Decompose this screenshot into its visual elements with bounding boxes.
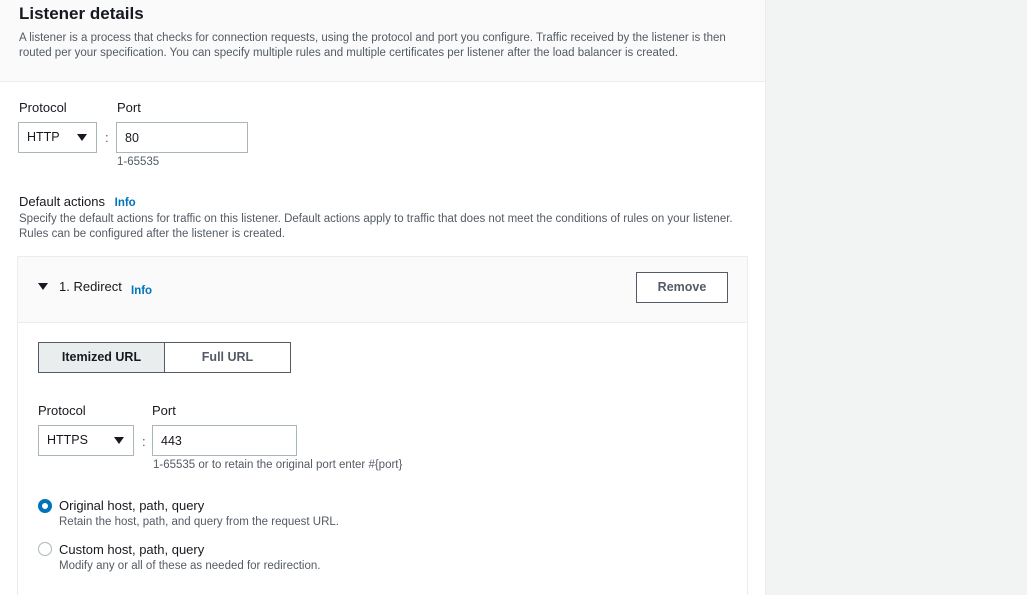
full-url-toggle[interactable]: Full URL [164, 342, 291, 373]
redirect-action-panel: 1. Redirect Info Remove Itemized URL Ful… [17, 256, 748, 595]
original-host-label[interactable]: Original host, path, query [59, 498, 204, 513]
port-hint: 1-65535 [117, 156, 160, 168]
redirect-protocol-select[interactable]: HTTPS [38, 425, 134, 456]
redirect-action-title[interactable]: 1. Redirect [59, 279, 122, 294]
default-actions-heading: Default actions Info [19, 194, 136, 209]
redirect-port-label: Port [152, 403, 176, 418]
redirect-info-link[interactable]: Info [131, 285, 152, 297]
custom-host-label[interactable]: Custom host, path, query [59, 542, 204, 557]
custom-host-radio[interactable] [38, 542, 52, 556]
separator: : [142, 434, 146, 449]
default-actions-description: Specify the default actions for traffic … [19, 213, 733, 240]
caret-down-icon [114, 437, 124, 444]
listener-details-panel: Listener details A listener is a process… [0, 0, 766, 595]
original-host-radio[interactable] [38, 499, 52, 513]
itemized-url-toggle[interactable]: Itemized URL [38, 342, 165, 373]
protocol-select-value: HTTP [27, 130, 60, 144]
custom-host-description: Modify any or all of these as needed for… [59, 560, 321, 572]
expand-caret-icon[interactable] [38, 283, 48, 290]
default-actions-info-link[interactable]: Info [115, 197, 136, 209]
right-side-panel [767, 0, 1027, 595]
listener-description: A listener is a process that checks for … [19, 32, 726, 59]
redirect-action-header: 1. Redirect Info Remove [18, 257, 747, 323]
protocol-label: Protocol [19, 100, 67, 115]
caret-down-icon [77, 134, 87, 141]
listener-header: Listener details A listener is a process… [0, 0, 765, 82]
protocol-select[interactable]: HTTP [18, 122, 97, 153]
remove-button[interactable]: Remove [636, 272, 728, 303]
original-host-description: Retain the host, path, and query from th… [59, 516, 339, 528]
port-label: Port [117, 100, 141, 115]
redirect-port-hint: 1-65535 or to retain the original port e… [153, 459, 403, 471]
redirect-port-input[interactable] [152, 425, 297, 456]
separator: : [105, 130, 109, 145]
port-input[interactable] [116, 122, 248, 153]
page-title: Listener details [19, 4, 144, 23]
default-actions-label: Default actions [19, 194, 105, 209]
redirect-protocol-label: Protocol [38, 403, 86, 418]
redirect-protocol-value: HTTPS [47, 433, 88, 447]
